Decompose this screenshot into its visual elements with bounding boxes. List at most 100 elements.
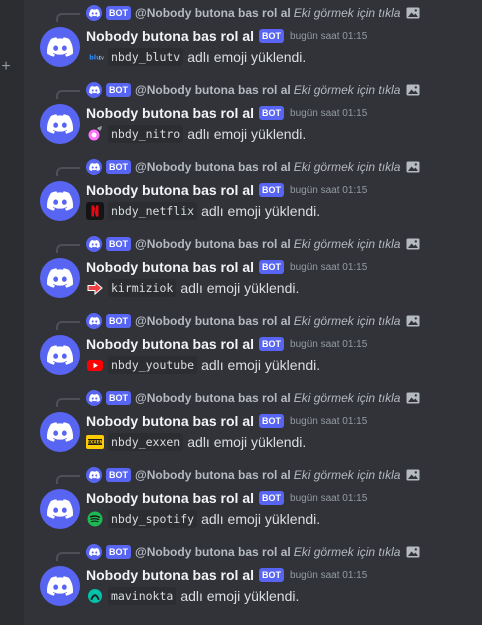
- reply-spine: [56, 475, 80, 484]
- message-content: kirmiziok adlı emoji yüklendi.: [86, 277, 478, 299]
- avatar[interactable]: [40, 258, 80, 298]
- youtube-emoji-icon[interactable]: [86, 356, 104, 374]
- image-icon: [406, 546, 420, 558]
- reply-author[interactable]: @Nobody butona bas rol al: [135, 237, 291, 251]
- reply-author[interactable]: @Nobody butona bas rol al: [135, 468, 291, 482]
- reply-preview[interactable]: BOT @Nobody butona bas rol al Eki görmek…: [86, 5, 478, 21]
- reply-preview[interactable]: BOT @Nobody butona bas rol al Eki görmek…: [86, 313, 478, 329]
- reply-spine: [56, 167, 80, 176]
- exxen-emoji-icon[interactable]: EXXEN: [86, 433, 104, 451]
- message-header: Nobody butona bas rol al BOT bugün saat …: [86, 180, 478, 200]
- reply-spine: [56, 321, 80, 330]
- emoji-name: nbdy_nitro: [108, 125, 184, 143]
- author-name[interactable]: Nobody butona bas rol al: [86, 259, 254, 275]
- author-name[interactable]: Nobody butona bas rol al: [86, 413, 254, 429]
- bot-badge: BOT: [106, 6, 131, 20]
- avatar[interactable]: [40, 104, 80, 144]
- reply-hint[interactable]: Eki görmek için tıkla: [294, 6, 401, 20]
- reply-author[interactable]: @Nobody butona bas rol al: [135, 160, 291, 174]
- reply-hint[interactable]: Eki görmek için tıkla: [294, 160, 401, 174]
- message: BOT @Nobody butona bas rol al Eki görmek…: [24, 544, 482, 621]
- message-header: Nobody butona bas rol al BOT bugün saat …: [86, 26, 478, 46]
- author-name[interactable]: Nobody butona bas rol al: [86, 336, 254, 352]
- reply-preview[interactable]: BOT @Nobody butona bas rol al Eki görmek…: [86, 82, 478, 98]
- svg-text:EXXEN: EXXEN: [87, 440, 103, 445]
- add-icon[interactable]: +: [0, 59, 12, 75]
- reply-author[interactable]: @Nobody butona bas rol al: [135, 314, 291, 328]
- message-header: Nobody butona bas rol al BOT bugün saat …: [86, 488, 478, 508]
- message-suffix: adlı emoji yüklendi.: [187, 49, 307, 65]
- message-suffix: adlı emoji yüklendi.: [201, 357, 321, 373]
- blutv-emoji-icon[interactable]: blu tv: [86, 48, 104, 66]
- avatar[interactable]: [40, 27, 80, 67]
- message-header: Nobody butona bas rol al BOT bugün saat …: [86, 334, 478, 354]
- netflix-emoji-icon[interactable]: [86, 202, 104, 220]
- message: BOT @Nobody butona bas rol al Eki görmek…: [24, 390, 482, 467]
- reply-hint[interactable]: Eki görmek için tıkla: [294, 314, 401, 328]
- message-suffix: adlı emoji yüklendi.: [187, 126, 307, 142]
- reply-hint[interactable]: Eki görmek için tıkla: [294, 545, 401, 559]
- reply-author[interactable]: @Nobody butona bas rol al: [135, 545, 291, 559]
- message: BOT @Nobody butona bas rol al Eki görmek…: [24, 467, 482, 544]
- reply-author[interactable]: @Nobody butona bas rol al: [135, 391, 291, 405]
- message-content: mavinokta adlı emoji yüklendi.: [86, 585, 478, 607]
- image-icon: [406, 238, 420, 250]
- author-name[interactable]: Nobody butona bas rol al: [86, 28, 254, 44]
- bot-badge: BOT: [106, 468, 131, 482]
- reply-spine: [56, 244, 80, 253]
- discord-logo-icon: [86, 82, 102, 98]
- bot-badge: BOT: [106, 83, 131, 97]
- avatar[interactable]: [40, 181, 80, 221]
- timestamp: bugün saat 01:15: [290, 30, 368, 42]
- image-icon: [406, 161, 420, 173]
- nitro-emoji-icon[interactable]: [86, 125, 104, 143]
- discord-logo-icon: [86, 236, 102, 252]
- bot-badge: BOT: [106, 160, 131, 174]
- image-icon: [406, 7, 420, 19]
- avatar[interactable]: [40, 335, 80, 375]
- reply-author[interactable]: @Nobody butona bas rol al: [135, 83, 291, 97]
- reply-spine: [56, 90, 80, 99]
- avatar[interactable]: [40, 489, 80, 529]
- reply-preview[interactable]: BOT @Nobody butona bas rol al Eki görmek…: [86, 544, 478, 560]
- reply-preview[interactable]: BOT @Nobody butona bas rol al Eki görmek…: [86, 159, 478, 175]
- message-content: nbdy_youtube adlı emoji yüklendi.: [86, 354, 478, 376]
- bot-badge: BOT: [106, 545, 131, 559]
- author-name[interactable]: Nobody butona bas rol al: [86, 105, 254, 121]
- message-suffix: adlı emoji yüklendi.: [180, 280, 300, 296]
- author-name[interactable]: Nobody butona bas rol al: [86, 567, 254, 583]
- reply-hint[interactable]: Eki görmek için tıkla: [294, 83, 401, 97]
- reply-hint[interactable]: Eki görmek için tıkla: [294, 237, 401, 251]
- emoji-name: nbdy_blutv: [108, 48, 184, 66]
- message-header: Nobody butona bas rol al BOT bugün saat …: [86, 565, 478, 585]
- bot-badge: BOT: [259, 106, 285, 120]
- reply-hint[interactable]: Eki görmek için tıkla: [294, 468, 401, 482]
- reply-preview[interactable]: BOT @Nobody butona bas rol al Eki görmek…: [86, 236, 478, 252]
- message-header: Nobody butona bas rol al BOT bugün saat …: [86, 411, 478, 431]
- reply-author[interactable]: @Nobody butona bas rol al: [135, 6, 291, 20]
- emoji-name: nbdy_spotify: [108, 510, 198, 528]
- timestamp: bugün saat 01:15: [290, 261, 368, 273]
- emoji-name: mavinokta: [108, 587, 177, 605]
- timestamp: bugün saat 01:15: [290, 569, 368, 581]
- bot-badge: BOT: [259, 337, 285, 351]
- reply-spine: [56, 13, 80, 22]
- image-icon: [406, 315, 420, 327]
- discord-logo-icon: [86, 159, 102, 175]
- bot-badge: BOT: [259, 491, 285, 505]
- reply-preview[interactable]: BOT @Nobody butona bas rol al Eki görmek…: [86, 467, 478, 483]
- reply-preview[interactable]: BOT @Nobody butona bas rol al Eki görmek…: [86, 390, 478, 406]
- reply-hint[interactable]: Eki görmek için tıkla: [294, 391, 401, 405]
- red-arrow-emoji-icon[interactable]: [86, 279, 104, 297]
- spotify-emoji-icon[interactable]: [86, 510, 104, 528]
- discord-logo-icon: [86, 390, 102, 406]
- emoji-name: kirmiziok: [108, 279, 177, 297]
- author-name[interactable]: Nobody butona bas rol al: [86, 490, 254, 506]
- bot-badge: BOT: [259, 260, 285, 274]
- bot-badge: BOT: [106, 391, 131, 405]
- avatar[interactable]: [40, 412, 80, 452]
- blue-dot-emoji-icon[interactable]: [86, 587, 104, 605]
- avatar[interactable]: [40, 566, 80, 606]
- message-suffix: adlı emoji yüklendi.: [201, 511, 321, 527]
- author-name[interactable]: Nobody butona bas rol al: [86, 182, 254, 198]
